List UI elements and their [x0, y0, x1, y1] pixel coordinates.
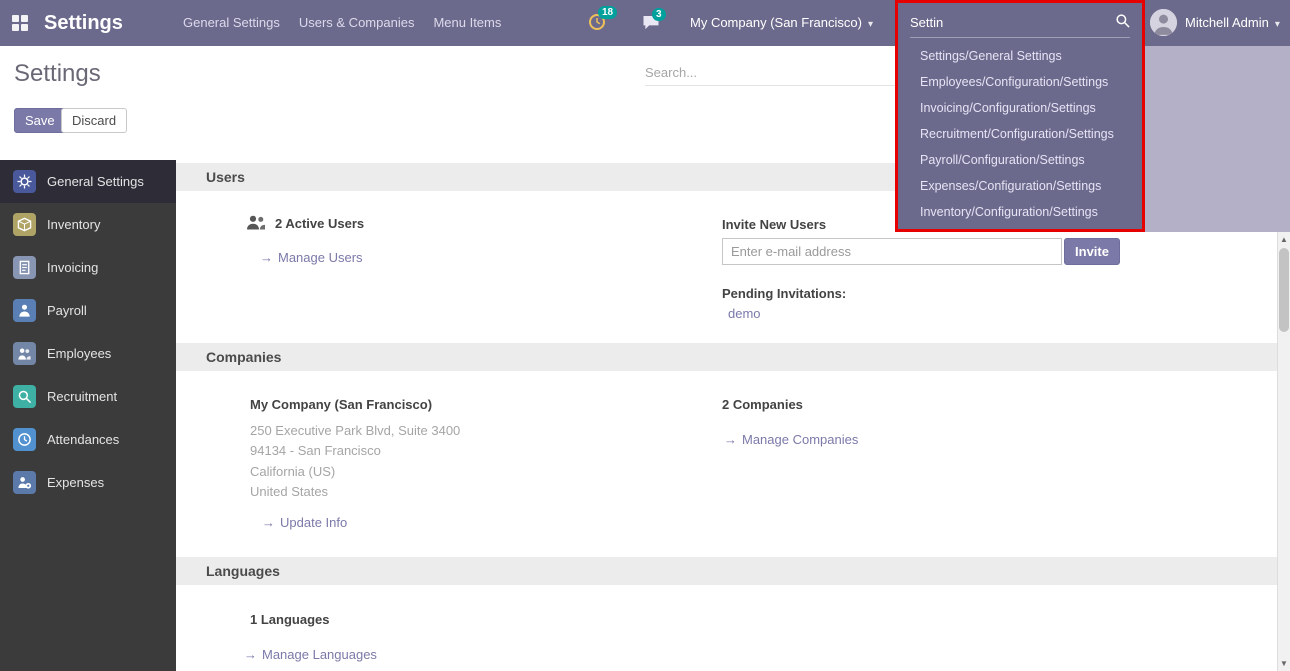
top-menu-item-general-settings[interactable]: General Settings [183, 0, 280, 46]
sidebar-item-recruitment[interactable]: Recruitment [0, 375, 176, 418]
companies-count: 2 Companies [722, 397, 803, 412]
page-title: Settings [14, 60, 101, 88]
sidebar-item-label: Inventory [47, 217, 100, 232]
sidebar-item-expenses[interactable]: Expenses [0, 461, 176, 504]
chevron-down-icon: ▾ [868, 19, 873, 30]
activity-clock-icon[interactable]: 18 [588, 13, 606, 34]
languages-count: 1 Languages [250, 612, 329, 627]
menu-search-result[interactable]: Employees/Configuration/Settings [898, 69, 1142, 95]
sidebar-item-inventory[interactable]: Inventory [0, 203, 176, 246]
payroll-person-icon [13, 299, 36, 322]
expenses-coin-icon [13, 471, 36, 494]
menu-search-result[interactable]: Invoicing/Configuration/Settings [898, 95, 1142, 121]
messages-count-badge: 3 [652, 8, 666, 21]
sidebar-item-label: Expenses [47, 475, 104, 490]
dropdown-backdrop [1145, 46, 1290, 232]
search-icon[interactable] [1115, 13, 1130, 31]
menu-search-input[interactable] [910, 15, 1109, 30]
arrow-right-icon: → [244, 647, 257, 662]
employees-people-icon [13, 342, 36, 365]
top-menu-item-menu-items[interactable]: Menu Items [433, 0, 501, 46]
update-info-link[interactable]: →Update Info [262, 515, 347, 530]
sidebar-item-label: General Settings [47, 174, 144, 189]
section-languages-header: Languages [176, 557, 1277, 585]
sidebar-item-general-settings[interactable]: General Settings [0, 160, 176, 203]
active-users-row: 2 Active Users [246, 214, 364, 233]
scroll-up-button[interactable]: ▲ [1278, 235, 1290, 244]
arrow-right-icon: → [260, 250, 273, 265]
attendance-clock-icon [13, 428, 36, 451]
apps-grid-icon[interactable] [12, 15, 28, 31]
address-line: 94134 - San Francisco [250, 441, 460, 461]
sidebar-item-label: Invoicing [47, 260, 98, 275]
pending-user-demo-link[interactable]: demo [728, 306, 761, 321]
menu-search-dropdown: Settings/General Settings Employees/Conf… [895, 0, 1145, 232]
address-line: California (US) [250, 462, 460, 482]
sidebar-item-label: Recruitment [47, 389, 117, 404]
address-line: 250 Executive Park Blvd, Suite 3400 [250, 421, 460, 441]
menu-search-result[interactable]: Recruitment/Configuration/Settings [898, 121, 1142, 147]
active-users-count: 2 Active Users [275, 216, 364, 231]
invite-row: Invite [722, 238, 1120, 265]
save-button[interactable]: Save [14, 108, 66, 133]
scroll-down-button[interactable]: ▼ [1278, 659, 1290, 668]
menu-search-result[interactable]: Inventory/Configuration/Settings [898, 199, 1142, 225]
manage-languages-link[interactable]: →Manage Languages [244, 647, 377, 662]
address-line: United States [250, 482, 460, 502]
menu-search-result[interactable]: Settings/General Settings [898, 43, 1142, 69]
sidebar-item-label: Employees [47, 346, 111, 361]
user-menu[interactable]: Mitchell Admin▾ [1185, 0, 1280, 48]
users-icon [246, 214, 266, 233]
sidebar-item-label: Attendances [47, 432, 119, 447]
company-name: My Company (San Francisco) [250, 397, 432, 412]
invoice-document-icon [13, 256, 36, 279]
section-companies-header: Companies [176, 343, 1277, 371]
top-menu-item-users-companies[interactable]: Users & Companies [299, 0, 415, 46]
sidebar-item-attendances[interactable]: Attendances [0, 418, 176, 461]
settings-content: Users 2 Active Users →Manage Users Invit… [176, 160, 1277, 671]
messages-chat-icon[interactable]: 3 [642, 15, 660, 33]
sidebar-item-payroll[interactable]: Payroll [0, 289, 176, 332]
manage-companies-link[interactable]: →Manage Companies [724, 432, 858, 447]
menu-search-result[interactable]: Payroll/Configuration/Settings [898, 147, 1142, 173]
arrow-right-icon: → [262, 515, 275, 530]
sidebar-item-invoicing[interactable]: Invoicing [0, 246, 176, 289]
chevron-down-icon: ▾ [1275, 19, 1280, 30]
odoo-settings-screen: Settings General Settings Users & Compan… [0, 0, 1290, 671]
invite-button[interactable]: Invite [1064, 238, 1120, 265]
user-avatar[interactable] [1150, 9, 1177, 36]
menu-search-result[interactable]: Expenses/Configuration/Settings [898, 173, 1142, 199]
app-title: Settings [44, 0, 123, 46]
sidebar-item-employees[interactable]: Employees [0, 332, 176, 375]
discard-button[interactable]: Discard [61, 108, 127, 133]
menu-search-results: Settings/General Settings Employees/Conf… [898, 43, 1142, 225]
menu-search-input-row [910, 13, 1130, 38]
activity-count-badge: 18 [598, 6, 617, 19]
invite-new-users-label: Invite New Users [722, 217, 826, 232]
recruitment-magnifier-icon [13, 385, 36, 408]
vertical-scrollbar[interactable]: ▲ ▼ [1277, 232, 1290, 671]
inventory-box-icon [13, 213, 36, 236]
company-address: 250 Executive Park Blvd, Suite 3400 9413… [250, 421, 460, 503]
top-menu: General Settings Users & Companies Menu … [183, 0, 501, 46]
manage-users-link[interactable]: →Manage Users [260, 250, 363, 265]
pending-invitations-label: Pending Invitations: [722, 286, 846, 301]
arrow-right-icon: → [724, 432, 737, 447]
scrollbar-thumb[interactable] [1279, 248, 1289, 332]
sidebar-item-label: Payroll [47, 303, 87, 318]
invite-email-input[interactable] [722, 238, 1062, 265]
gear-icon [13, 170, 36, 193]
settings-sidebar: General Settings Inventory Invoicing Pay… [0, 160, 176, 671]
company-switcher[interactable]: My Company (San Francisco)▾ [690, 0, 873, 48]
